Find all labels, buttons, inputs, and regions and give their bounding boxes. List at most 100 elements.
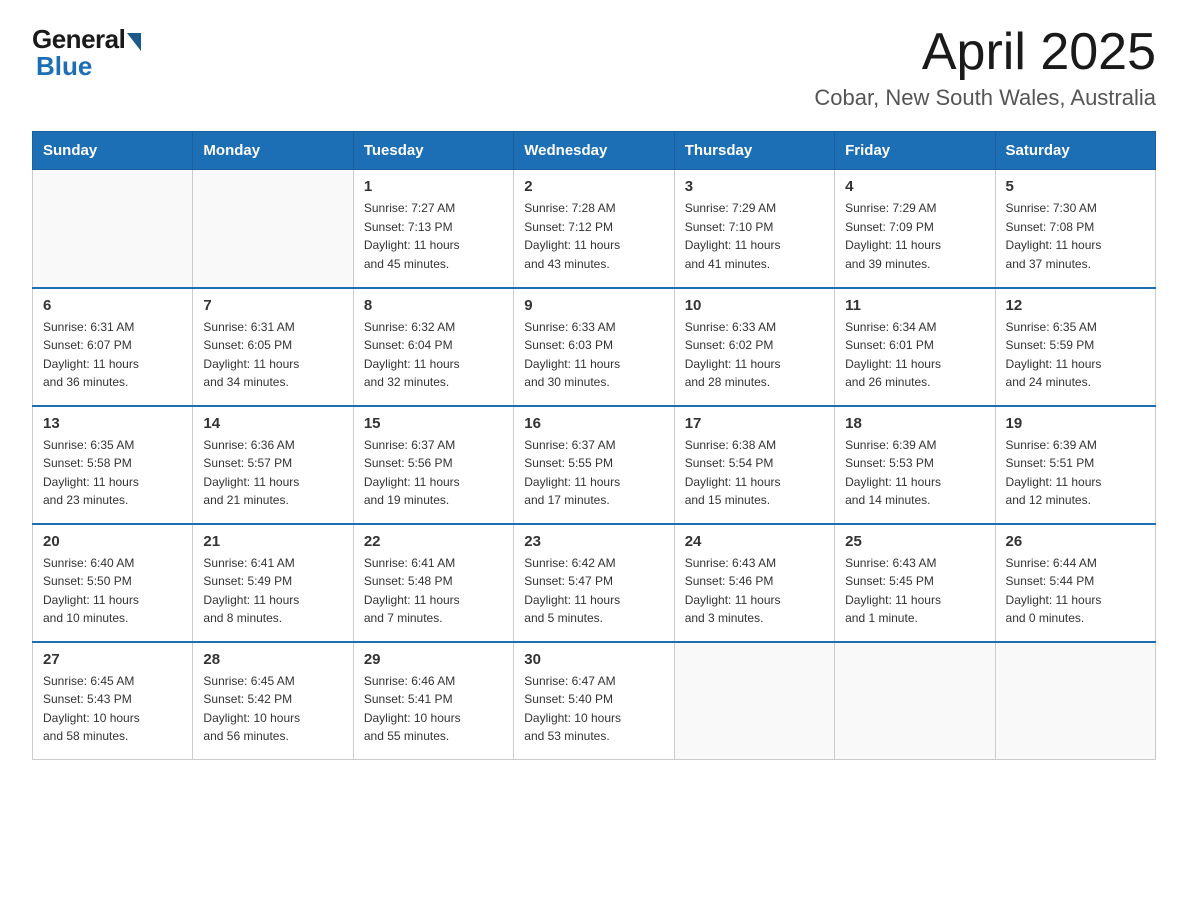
calendar-cell: 1 Sunrise: 7:27 AMSunset: 7:13 PMDaylight… <box>353 170 513 288</box>
day-info: Sunrise: 6:44 AMSunset: 5:44 PMDaylight:… <box>1006 554 1145 628</box>
title-block: April 2025 Cobar, New South Wales, Austr… <box>814 24 1156 111</box>
page-title: April 2025 <box>814 24 1156 81</box>
calendar-cell: 3 Sunrise: 7:29 AMSunset: 7:10 PMDaylight… <box>674 170 834 288</box>
day-info: Sunrise: 6:33 AMSunset: 6:03 PMDaylight:… <box>524 318 663 392</box>
day-number: 16 <box>524 415 663 432</box>
calendar-cell: 18 Sunrise: 6:39 AMSunset: 5:53 PMDayligh… <box>835 406 995 524</box>
calendar-cell: 14 Sunrise: 6:36 AMSunset: 5:57 PMDayligh… <box>193 406 353 524</box>
day-info: Sunrise: 6:36 AMSunset: 5:57 PMDaylight:… <box>203 436 342 510</box>
day-info: Sunrise: 6:34 AMSunset: 6:01 PMDaylight:… <box>845 318 984 392</box>
day-number: 20 <box>43 533 182 550</box>
day-info: Sunrise: 6:41 AMSunset: 5:49 PMDaylight:… <box>203 554 342 628</box>
logo: General Blue <box>32 24 141 82</box>
day-number: 30 <box>524 651 663 668</box>
day-number: 26 <box>1006 533 1145 550</box>
day-number: 14 <box>203 415 342 432</box>
calendar-cell: 9 Sunrise: 6:33 AMSunset: 6:03 PMDaylight… <box>514 288 674 406</box>
day-number: 3 <box>685 178 824 195</box>
day-info: Sunrise: 6:35 AMSunset: 5:59 PMDaylight:… <box>1006 318 1145 392</box>
calendar-cell: 30 Sunrise: 6:47 AMSunset: 5:40 PMDayligh… <box>514 642 674 760</box>
calendar-cell <box>835 642 995 760</box>
day-number: 27 <box>43 651 182 668</box>
day-info: Sunrise: 7:27 AMSunset: 7:13 PMDaylight:… <box>364 199 503 273</box>
calendar-week-row: 6 Sunrise: 6:31 AMSunset: 6:07 PMDaylight… <box>33 288 1156 406</box>
calendar-cell: 6 Sunrise: 6:31 AMSunset: 6:07 PMDaylight… <box>33 288 193 406</box>
calendar-cell: 25 Sunrise: 6:43 AMSunset: 5:45 PMDayligh… <box>835 524 995 642</box>
day-number: 29 <box>364 651 503 668</box>
calendar-cell: 5Sunrise: 7:30 AMSunset: 7:08 PMDaylight… <box>995 170 1155 288</box>
day-info: Sunrise: 7:30 AMSunset: 7:08 PMDaylight:… <box>1006 199 1145 273</box>
calendar-week-row: 27 Sunrise: 6:45 AMSunset: 5:43 PMDayligh… <box>33 642 1156 760</box>
calendar-cell: 15Sunrise: 6:37 AMSunset: 5:56 PMDayligh… <box>353 406 513 524</box>
day-info: Sunrise: 7:29 AMSunset: 7:09 PMDaylight:… <box>845 199 984 273</box>
page-header: General Blue April 2025 Cobar, New South… <box>32 24 1156 111</box>
day-info: Sunrise: 6:33 AMSunset: 6:02 PMDaylight:… <box>685 318 824 392</box>
calendar-cell <box>674 642 834 760</box>
day-number: 28 <box>203 651 342 668</box>
day-number: 22 <box>364 533 503 550</box>
day-info: Sunrise: 6:32 AMSunset: 6:04 PMDaylight:… <box>364 318 503 392</box>
day-number: 18 <box>845 415 984 432</box>
day-number: 6 <box>43 297 182 314</box>
day-number: 1 <box>364 178 503 195</box>
calendar-cell <box>33 170 193 288</box>
calendar-cell: 16 Sunrise: 6:37 AMSunset: 5:55 PMDayligh… <box>514 406 674 524</box>
day-number: 19 <box>1006 415 1145 432</box>
calendar-cell: 26 Sunrise: 6:44 AMSunset: 5:44 PMDayligh… <box>995 524 1155 642</box>
day-info: Sunrise: 6:41 AMSunset: 5:48 PMDaylight:… <box>364 554 503 628</box>
day-info: Sunrise: 6:37 AMSunset: 5:55 PMDaylight:… <box>524 436 663 510</box>
day-number: 15 <box>364 415 503 432</box>
calendar-cell: 27 Sunrise: 6:45 AMSunset: 5:43 PMDayligh… <box>33 642 193 760</box>
day-info: Sunrise: 6:31 AMSunset: 6:07 PMDaylight:… <box>43 318 182 392</box>
col-monday: Monday <box>193 132 353 170</box>
day-number: 9 <box>524 297 663 314</box>
calendar-cell: 4Sunrise: 7:29 AMSunset: 7:09 PMDaylight… <box>835 170 995 288</box>
col-saturday: Saturday <box>995 132 1155 170</box>
day-info: Sunrise: 6:35 AMSunset: 5:58 PMDaylight:… <box>43 436 182 510</box>
calendar-cell: 17Sunrise: 6:38 AMSunset: 5:54 PMDayligh… <box>674 406 834 524</box>
logo-arrow-icon <box>127 33 141 51</box>
col-wednesday: Wednesday <box>514 132 674 170</box>
day-info: Sunrise: 6:42 AMSunset: 5:47 PMDaylight:… <box>524 554 663 628</box>
day-info: Sunrise: 6:38 AMSunset: 5:54 PMDaylight:… <box>685 436 824 510</box>
calendar-cell <box>995 642 1155 760</box>
day-number: 7 <box>203 297 342 314</box>
day-info: Sunrise: 6:39 AMSunset: 5:53 PMDaylight:… <box>845 436 984 510</box>
col-thursday: Thursday <box>674 132 834 170</box>
calendar-cell: 20Sunrise: 6:40 AMSunset: 5:50 PMDayligh… <box>33 524 193 642</box>
calendar-cell <box>193 170 353 288</box>
day-number: 25 <box>845 533 984 550</box>
calendar-cell: 13 Sunrise: 6:35 AMSunset: 5:58 PMDayligh… <box>33 406 193 524</box>
day-info: Sunrise: 6:45 AMSunset: 5:42 PMDaylight:… <box>203 672 342 746</box>
calendar-cell: 19Sunrise: 6:39 AMSunset: 5:51 PMDayligh… <box>995 406 1155 524</box>
calendar-week-row: 1 Sunrise: 7:27 AMSunset: 7:13 PMDaylight… <box>33 170 1156 288</box>
calendar-cell: 12Sunrise: 6:35 AMSunset: 5:59 PMDayligh… <box>995 288 1155 406</box>
day-info: Sunrise: 7:28 AMSunset: 7:12 PMDaylight:… <box>524 199 663 273</box>
calendar-table: Sunday Monday Tuesday Wednesday Thursday… <box>32 131 1156 760</box>
col-sunday: Sunday <box>33 132 193 170</box>
day-info: Sunrise: 6:46 AMSunset: 5:41 PMDaylight:… <box>364 672 503 746</box>
day-number: 13 <box>43 415 182 432</box>
calendar-cell: 10Sunrise: 6:33 AMSunset: 6:02 PMDayligh… <box>674 288 834 406</box>
calendar-header-row: Sunday Monday Tuesday Wednesday Thursday… <box>33 132 1156 170</box>
calendar-cell: 11 Sunrise: 6:34 AMSunset: 6:01 PMDayligh… <box>835 288 995 406</box>
calendar-cell: 2 Sunrise: 7:28 AMSunset: 7:12 PMDaylight… <box>514 170 674 288</box>
day-number: 2 <box>524 178 663 195</box>
calendar-week-row: 13 Sunrise: 6:35 AMSunset: 5:58 PMDayligh… <box>33 406 1156 524</box>
calendar-cell: 28 Sunrise: 6:45 AMSunset: 5:42 PMDayligh… <box>193 642 353 760</box>
calendar-cell: 8Sunrise: 6:32 AMSunset: 6:04 PMDaylight… <box>353 288 513 406</box>
day-info: Sunrise: 6:31 AMSunset: 6:05 PMDaylight:… <box>203 318 342 392</box>
day-info: Sunrise: 6:43 AMSunset: 5:45 PMDaylight:… <box>845 554 984 628</box>
day-number: 11 <box>845 297 984 314</box>
calendar-cell: 21 Sunrise: 6:41 AMSunset: 5:49 PMDayligh… <box>193 524 353 642</box>
day-info: Sunrise: 6:45 AMSunset: 5:43 PMDaylight:… <box>43 672 182 746</box>
col-friday: Friday <box>835 132 995 170</box>
day-number: 21 <box>203 533 342 550</box>
calendar-cell: 7 Sunrise: 6:31 AMSunset: 6:05 PMDaylight… <box>193 288 353 406</box>
day-info: Sunrise: 6:47 AMSunset: 5:40 PMDaylight:… <box>524 672 663 746</box>
logo-blue-text: Blue <box>36 51 92 82</box>
page-subtitle: Cobar, New South Wales, Australia <box>814 85 1156 111</box>
day-number: 24 <box>685 533 824 550</box>
day-info: Sunrise: 7:29 AMSunset: 7:10 PMDaylight:… <box>685 199 824 273</box>
col-tuesday: Tuesday <box>353 132 513 170</box>
